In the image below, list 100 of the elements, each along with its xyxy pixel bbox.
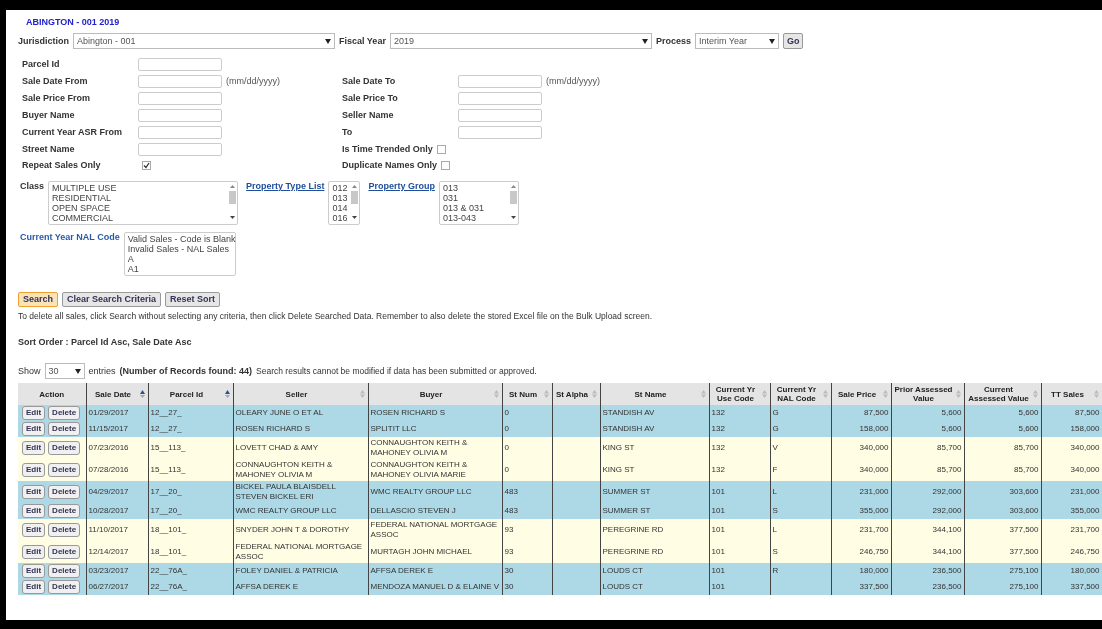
table-row[interactable]: Edit Delete 12/14/2017 18__101_ FEDERAL NATIONAL MORTGAGE ASSOC MURTAGH JOHN MICHAEL 93 PEREGRINE RD 101 S 246,750 344,100 377,500 246,750 <box>18 541 1102 563</box>
input-field[interactable] <box>458 126 542 139</box>
edit-button[interactable]: Edit <box>22 545 46 559</box>
column-header[interactable]: St Alpha <box>552 383 600 405</box>
dropdown[interactable]: Interim Year <box>694 33 779 49</box>
column-header[interactable]: Action <box>18 383 86 405</box>
list-option[interactable]: Invalid Sales - NAL Sales <box>127 244 236 254</box>
table-row[interactable]: Edit Delete 10/28/2017 17__20_ WMC REALTY GROUP LLC DELLASCIO STEVEN J 483 SUMMER ST 101 S 355,000 292,000 303,600 355,000 <box>18 503 1102 519</box>
column-header[interactable]: Current Assessed Value <box>964 383 1041 405</box>
delete-button[interactable]: Delete <box>48 463 81 477</box>
table-row[interactable]: Edit Delete 11/10/2017 18__101_ SNYDER JOHN T & DOROTHY FEDERAL NATIONAL MORTGAGE ASSOC 93 PEREGRINE RD 101 L 231,700 344,100 377,500 231,700 <box>18 519 1102 541</box>
sort-icon[interactable] <box>543 390 549 398</box>
table-row[interactable]: Edit Delete 04/29/2017 17__20_ BICKEL PAULA BLAISDELL STEVEN BICKEL ERI WMC REALTY GROUP LLC 483 SUMMER ST 101 L 231,000 292,000 303,600 231,000 <box>18 481 1102 503</box>
delete-button[interactable]: Delete <box>48 564 81 578</box>
input-field[interactable] <box>458 92 542 105</box>
dropdown[interactable]: 2019 <box>389 33 652 49</box>
list-option[interactable]: 013 & 031 <box>442 203 509 213</box>
checkbox[interactable] <box>436 145 446 154</box>
list-option[interactable]: 014 <box>332 203 351 213</box>
column-header[interactable]: Buyer <box>368 383 502 405</box>
edit-button[interactable]: Edit <box>22 441 46 455</box>
delete-button[interactable]: Delete <box>48 580 81 594</box>
column-header[interactable]: Parcel Id <box>148 383 233 405</box>
list-option[interactable]: 016 <box>332 213 351 223</box>
action-button[interactable]: Reset Sort <box>165 292 221 307</box>
edit-button[interactable]: Edit <box>22 504 46 518</box>
edit-button[interactable]: Edit <box>22 406 46 420</box>
list-link[interactable]: Property Type List <box>246 181 325 192</box>
list-box[interactable]: 012 013 014 016 <box>328 181 361 225</box>
list-option[interactable]: 031 <box>442 193 509 203</box>
delete-button[interactable]: Delete <box>48 406 81 420</box>
delete-button[interactable]: Delete <box>48 504 81 518</box>
table-row[interactable]: Edit Delete 01/29/2017 12__27_ OLEARY JUNE O ET AL ROSEN RICHARD S 0 STANDISH AV 132 G 87,500 5,600 5,600 87,500 <box>18 405 1102 421</box>
input-field[interactable] <box>138 143 222 156</box>
table-row[interactable]: Edit Delete 07/23/2016 15__113_ LOVETT CHAD & AMY CONNAUGHTON KEITH & MAHONEY OLIVIA M 0 KING ST 132 V 340,000 85,700 85,700 340,000 <box>18 437 1102 459</box>
checkbox[interactable] <box>441 161 451 170</box>
input-field[interactable] <box>458 75 542 88</box>
action-button[interactable]: Search <box>18 292 59 307</box>
delete-button[interactable]: Delete <box>48 485 81 499</box>
list-box[interactable]: MULTIPLE USE RESIDENTIAL OPEN SPACE COMMERCIAL <box>48 181 239 225</box>
column-header[interactable]: Sale Date <box>86 383 148 405</box>
scrollbar[interactable] <box>350 182 360 222</box>
input-field[interactable] <box>138 92 222 105</box>
column-header[interactable]: St Num <box>502 383 552 405</box>
sort-icon[interactable] <box>955 390 961 398</box>
sort-icon[interactable] <box>700 390 706 398</box>
edit-button[interactable]: Edit <box>22 463 46 477</box>
sort-icon[interactable] <box>761 390 767 398</box>
list-option[interactable]: Valid Sales - Code is Blank <box>127 234 236 244</box>
list-option[interactable]: RESIDENTIAL <box>52 193 229 203</box>
input-field[interactable] <box>458 109 542 122</box>
dropdown[interactable]: 30 <box>44 363 85 379</box>
sort-icon[interactable] <box>359 390 365 398</box>
sort-ascending-icon[interactable] <box>139 390 145 398</box>
go-button[interactable]: Go <box>782 33 804 49</box>
list-box[interactable]: 013 031 013 & 031 013-043 <box>438 181 519 225</box>
dropdown[interactable]: Abington - 001 <box>73 33 335 49</box>
list-option[interactable]: 013-043 <box>442 213 509 223</box>
delete-button[interactable]: Delete <box>48 523 81 537</box>
table-row[interactable]: Edit Delete 07/28/2016 15__113_ CONNAUGHTON KEITH & MAHONEY OLIVIA M CONNAUGHTON KEITH & MAHONEY OLIVIA MARIE 0 KING ST 132 F 340,000 85,700 85,700 340,000 <box>18 459 1102 481</box>
edit-button[interactable]: Edit <box>22 485 46 499</box>
delete-button[interactable]: Delete <box>48 545 81 559</box>
edit-button[interactable]: Edit <box>22 580 46 594</box>
column-header[interactable]: Sale Price <box>831 383 891 405</box>
table-row[interactable]: Edit Delete 06/27/2017 22__76A_ AFFSA DEREK E MENDOZA MANUEL D & ELAINE V 30 LOUDS CT 101 337,500 236,500 275,100 337,500 <box>18 579 1102 595</box>
delete-button[interactable]: Delete <box>48 422 81 436</box>
list-option[interactable]: A1 <box>127 264 236 274</box>
column-header[interactable]: Current Yr NAL Code <box>770 383 831 405</box>
action-button[interactable]: Clear Search Criteria <box>62 292 162 307</box>
checkbox[interactable] <box>142 161 151 170</box>
input-field[interactable] <box>138 126 222 139</box>
list-option[interactable]: COMMERCIAL <box>52 213 229 223</box>
scrollbar[interactable] <box>508 182 518 222</box>
input-field[interactable] <box>138 109 222 122</box>
list-option[interactable]: OPEN SPACE <box>52 203 229 213</box>
column-header[interactable]: Prior Assessed Value <box>891 383 964 405</box>
column-header[interactable]: Seller <box>233 383 368 405</box>
sort-icon[interactable] <box>822 390 828 398</box>
edit-button[interactable]: Edit <box>22 422 46 436</box>
edit-button[interactable]: Edit <box>22 523 46 537</box>
list-option[interactable]: MULTIPLE USE <box>52 183 229 193</box>
sort-icon[interactable] <box>1032 390 1038 398</box>
scrollbar[interactable] <box>228 182 238 222</box>
list-option[interactable]: A <box>127 254 236 264</box>
list-option[interactable]: 013 <box>442 183 509 193</box>
input-field[interactable] <box>138 58 222 71</box>
sort-ascending-icon[interactable] <box>224 390 230 398</box>
table-row[interactable]: Edit Delete 03/23/2017 22__76A_ FOLEY DANIEL & PATRICIA AFFSA DEREK E 30 LOUDS CT 101 R 180,000 236,500 275,100 180,000 <box>18 563 1102 579</box>
delete-button[interactable]: Delete <box>48 441 81 455</box>
edit-button[interactable]: Edit <box>22 564 46 578</box>
list-option[interactable]: 013 <box>332 193 351 203</box>
sort-icon[interactable] <box>591 390 597 398</box>
list-link[interactable]: Property Group <box>368 181 435 192</box>
sort-icon[interactable] <box>1093 390 1099 398</box>
list-option[interactable]: 012 <box>332 183 351 193</box>
table-row[interactable]: Edit Delete 11/15/2017 12__27_ ROSEN RICHARD S SPLITIT LLC 0 STANDISH AV 132 G 158,000 5,600 5,600 158,000 <box>18 421 1102 437</box>
sort-icon[interactable] <box>493 390 499 398</box>
input-field[interactable] <box>138 75 222 88</box>
column-header[interactable]: Current Yr Use Code <box>709 383 770 405</box>
column-header[interactable]: St Name <box>600 383 709 405</box>
